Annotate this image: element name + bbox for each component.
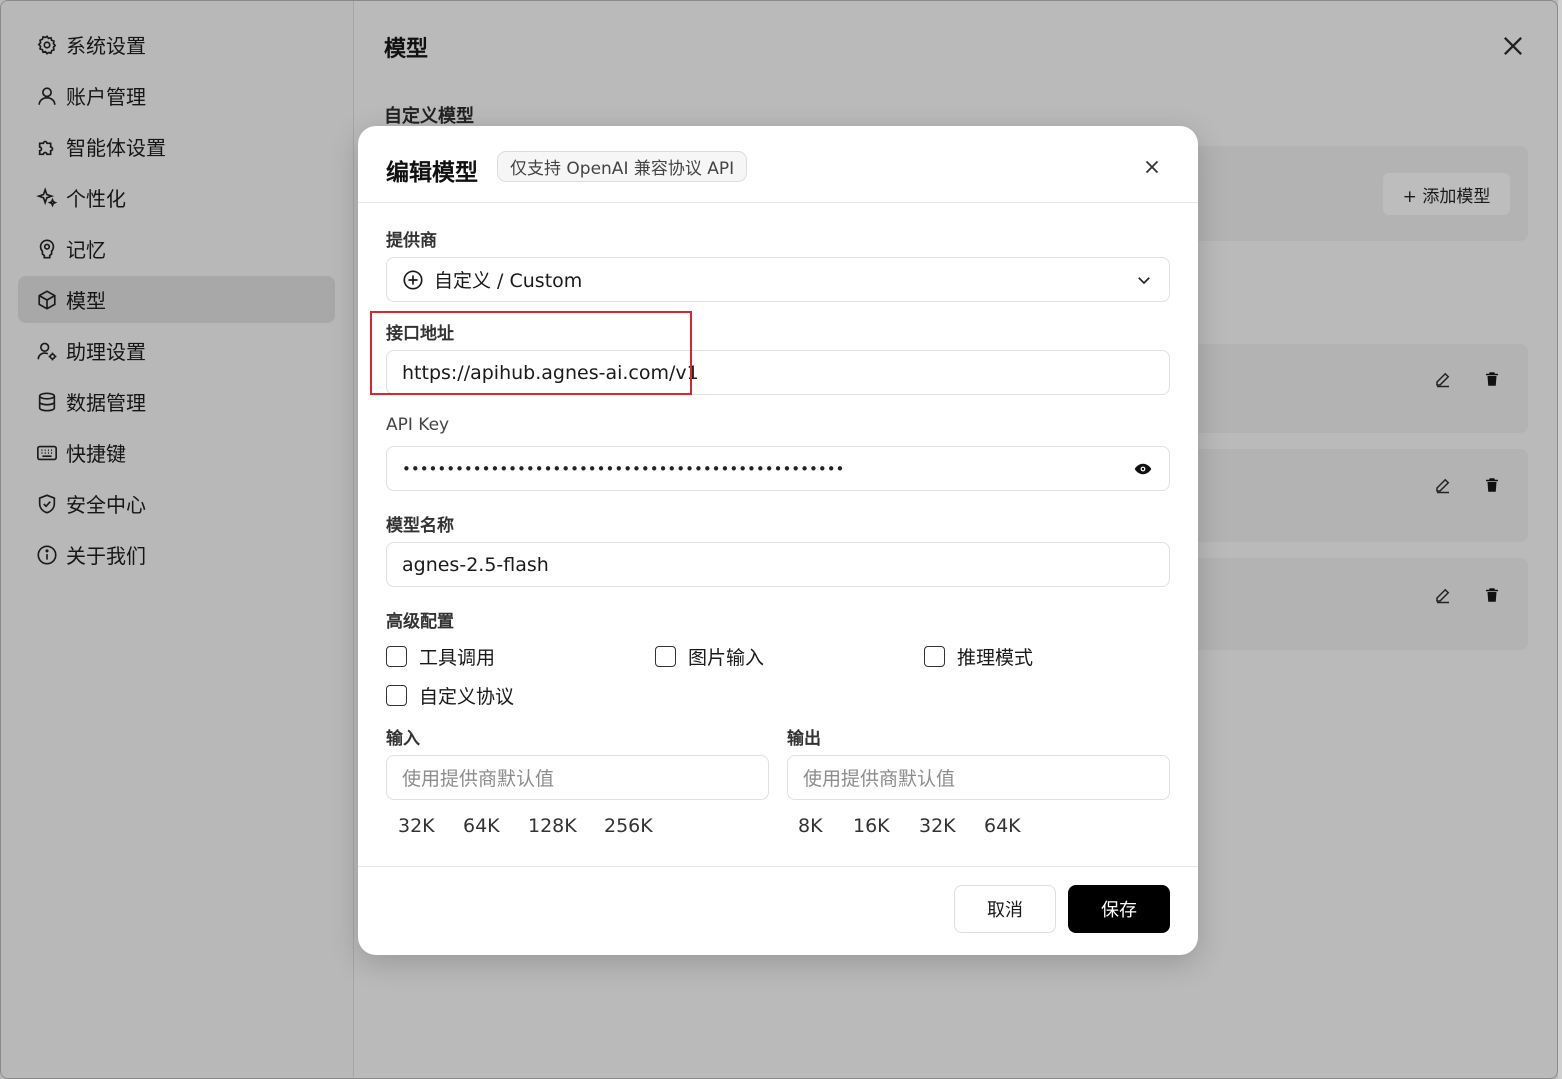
input-placeholder: 使用提供商默认值 — [402, 768, 555, 790]
sidebar-item-label: 数据管理 — [66, 391, 146, 415]
divider — [358, 866, 1198, 867]
sidebar-item-label: 记忆 — [66, 238, 106, 262]
checkbox-box[interactable] — [924, 646, 945, 667]
trash-icon[interactable] — [1483, 586, 1501, 604]
provider-select[interactable]: 自定义 / Custom — [386, 257, 1170, 302]
input-context-input[interactable]: 使用提供商默认值 — [386, 755, 769, 800]
output-preset-chip[interactable]: 64K — [984, 815, 1021, 837]
cube-icon — [38, 289, 56, 310]
user-gear-icon — [37, 342, 57, 360]
output-placeholder: 使用提供商默认值 — [803, 768, 956, 790]
output-label: 输出 — [787, 729, 821, 749]
checkbox-box[interactable] — [655, 646, 676, 667]
trash-icon[interactable] — [1483, 370, 1501, 388]
sidebar-item-about[interactable]: 关于我们 — [18, 531, 335, 578]
api-key-input[interactable]: ••••••••••••••••••••••••••••••••••••••••… — [386, 446, 1170, 491]
add-model-button[interactable]: + 添加模型 — [1383, 173, 1510, 215]
sidebar-item-label: 智能体设置 — [66, 136, 166, 160]
sidebar-item-models[interactable]: 模型 — [18, 276, 335, 323]
database-icon — [38, 391, 56, 412]
edit-icon[interactable] — [1434, 370, 1452, 388]
model-name-value: agnes-2.5-flash — [402, 553, 549, 576]
model-card — [1191, 449, 1528, 542]
api-key-label: API Key — [386, 415, 450, 435]
window-edge — [1558, 0, 1562, 1079]
input-preset-chip[interactable]: 64K — [463, 815, 500, 837]
output-preset-chip[interactable]: 32K — [919, 815, 956, 837]
sidebar-item-system-settings[interactable]: 系统设置 — [18, 21, 335, 68]
sidebar-item-label: 个性化 — [66, 187, 126, 211]
checkbox-box[interactable] — [386, 685, 407, 706]
highlight-box — [370, 311, 692, 395]
sparkles-icon — [36, 186, 58, 207]
sidebar: 系统设置 账户管理 智能体设置 个性化 记忆 模型 助理设置 数据管理 快捷键 … — [1, 1, 354, 1078]
shield-check-icon — [38, 493, 56, 514]
sidebar-item-assistant-settings[interactable]: 助理设置 — [18, 327, 335, 374]
tool-call-checkbox[interactable]: 工具调用 — [386, 643, 495, 670]
checkbox-label: 工具调用 — [419, 647, 496, 669]
sidebar-item-label: 关于我们 — [66, 544, 146, 568]
keyboard-icon — [37, 445, 57, 460]
protocol-badge: 仅支持 OpenAI 兼容协议 API — [497, 151, 748, 182]
brain-icon — [39, 238, 55, 259]
page-title: 模型 — [384, 37, 429, 62]
sidebar-item-agent-settings[interactable]: 智能体设置 — [18, 123, 335, 170]
plus-circle-icon — [403, 269, 423, 290]
reasoning-mode-checkbox[interactable]: 推理模式 — [924, 643, 1033, 670]
checkbox-box[interactable] — [386, 646, 407, 667]
edit-icon[interactable] — [1434, 586, 1452, 604]
model-name-input[interactable]: agnes-2.5-flash — [386, 542, 1170, 587]
sidebar-item-memory[interactable]: 记忆 — [18, 225, 335, 272]
edit-model-dialog: 编辑模型 仅支持 OpenAI 兼容协议 API 提供商 自定义 / Custo… — [358, 126, 1198, 955]
cancel-button[interactable]: 取消 — [954, 885, 1056, 933]
provider-label: 提供商 — [386, 231, 437, 251]
sidebar-item-label: 模型 — [66, 289, 106, 313]
sidebar-item-personalization[interactable]: 个性化 — [18, 174, 335, 221]
sidebar-item-shortcuts[interactable]: 快捷键 — [18, 429, 335, 476]
model-name-label: 模型名称 — [386, 516, 454, 536]
sidebar-item-account[interactable]: 账户管理 — [18, 72, 335, 119]
user-icon — [38, 86, 56, 105]
close-icon[interactable] — [1141, 156, 1163, 178]
sidebar-item-label: 系统设置 — [66, 34, 146, 58]
input-label: 输入 — [386, 729, 420, 749]
checkbox-label: 推理模式 — [957, 647, 1034, 669]
provider-value: 自定义 / Custom — [434, 270, 583, 292]
api-key-value: ••••••••••••••••••••••••••••••••••••••••… — [402, 459, 845, 478]
output-context-input[interactable]: 使用提供商默认值 — [787, 755, 1170, 800]
sidebar-item-label: 账户管理 — [66, 85, 146, 109]
image-input-checkbox[interactable]: 图片输入 — [655, 643, 764, 670]
input-preset-chip[interactable]: 128K — [528, 815, 577, 837]
save-button[interactable]: 保存 — [1068, 885, 1170, 933]
sidebar-item-data-management[interactable]: 数据管理 — [18, 378, 335, 425]
gear-icon — [37, 34, 57, 55]
input-preset-chip[interactable]: 32K — [398, 815, 435, 837]
eye-icon[interactable] — [1134, 461, 1152, 477]
model-card — [1191, 344, 1528, 433]
edit-icon[interactable] — [1434, 476, 1452, 494]
close-icon[interactable] — [1499, 32, 1527, 60]
model-card — [1191, 558, 1528, 650]
input-preset-chip[interactable]: 256K — [604, 815, 653, 837]
checkbox-label: 自定义协议 — [419, 686, 515, 708]
sidebar-item-label: 快捷键 — [66, 442, 126, 466]
dialog-title: 编辑模型 — [386, 160, 478, 186]
checkbox-label: 图片输入 — [688, 647, 765, 669]
section-title: 自定义模型 — [384, 106, 474, 127]
divider — [358, 202, 1198, 203]
info-icon — [37, 544, 57, 565]
trash-icon[interactable] — [1483, 476, 1501, 494]
puzzle-icon — [38, 140, 54, 155]
sidebar-item-security[interactable]: 安全中心 — [18, 480, 335, 527]
chevron-down-icon — [1138, 277, 1150, 285]
output-preset-chip[interactable]: 16K — [853, 815, 890, 837]
advanced-label: 高级配置 — [386, 612, 454, 632]
sidebar-item-label: 安全中心 — [66, 493, 146, 517]
sidebar-item-label: 助理设置 — [66, 340, 146, 364]
custom-protocol-checkbox[interactable]: 自定义协议 — [386, 682, 514, 709]
output-preset-chip[interactable]: 8K — [798, 815, 823, 837]
